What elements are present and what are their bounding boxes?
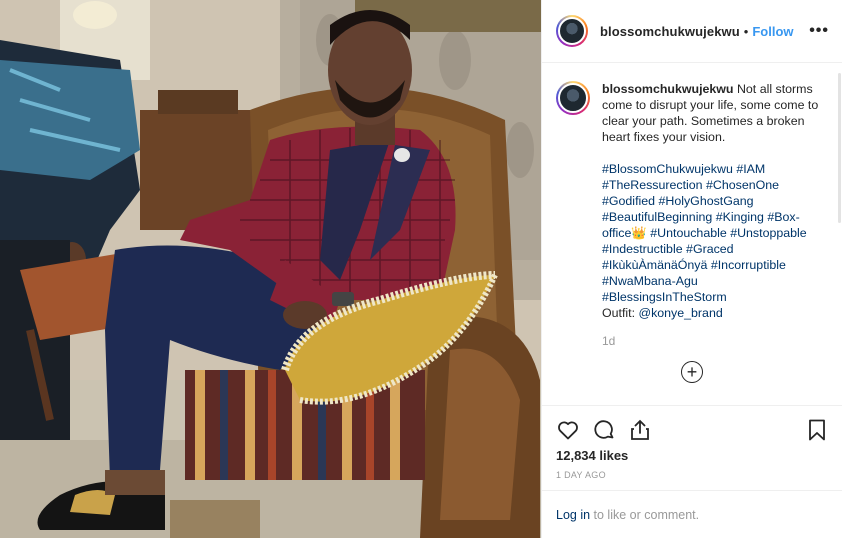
hashtag-link[interactable]: #Indestructible bbox=[602, 242, 683, 256]
comments-area: blossomchukwujekwu Not all storms come t… bbox=[542, 63, 842, 405]
hashtag-link[interactable]: #IkùkùÀmänäÓnyä bbox=[602, 258, 707, 272]
username-link[interactable]: blossomchukwujekwu bbox=[600, 24, 740, 39]
hashtag-link[interactable]: #Untouchable bbox=[650, 226, 726, 240]
outfit-mention-link[interactable]: @konye_brand bbox=[639, 306, 723, 320]
post-timestamp[interactable]: 1 DAY AGO bbox=[556, 470, 606, 480]
caption-body: blossomchukwujekwu Not all storms come t… bbox=[602, 81, 820, 349]
hashtag-link[interactable]: #NwaMbana-Agu bbox=[602, 274, 698, 288]
comments-scrollbar[interactable] bbox=[838, 73, 841, 223]
login-link[interactable]: Log in bbox=[556, 508, 590, 522]
action-bar: 12,834 likes 1 DAY AGO bbox=[542, 405, 842, 485]
avatar[interactable] bbox=[556, 15, 588, 47]
hashtag-link[interactable]: #Incorruptible bbox=[711, 258, 786, 272]
outfit-label: Outfit: bbox=[602, 306, 639, 320]
likes-count[interactable]: 12,834 likes bbox=[556, 448, 628, 463]
hashtag-link[interactable]: #IAM bbox=[736, 162, 765, 176]
hashtag-link[interactable]: #Kinging bbox=[716, 210, 764, 224]
caption-row: blossomchukwujekwu Not all storms come t… bbox=[556, 81, 836, 349]
hashtag-link[interactable]: #BeautifulBeginning bbox=[602, 210, 712, 224]
caption-username-link[interactable]: blossomchukwujekwu bbox=[602, 82, 734, 96]
hashtag-link[interactable]: #Godified bbox=[602, 194, 655, 208]
post-sidebar: blossomchukwujekwu • Follow ••• blossomc… bbox=[541, 0, 842, 538]
caption-avatar[interactable] bbox=[556, 81, 590, 115]
login-prompt-text: to like or comment. bbox=[590, 508, 700, 522]
hashtag-link[interactable]: #HolyGhostGang bbox=[659, 194, 754, 208]
separator-dot: • bbox=[743, 23, 749, 39]
hashtag-link[interactable]: #ChosenOne bbox=[706, 178, 779, 192]
post-header: blossomchukwujekwu • Follow ••• bbox=[542, 0, 842, 63]
login-prompt: Log in to like or comment. bbox=[542, 490, 842, 538]
follow-button[interactable]: Follow bbox=[752, 24, 793, 39]
post-photo[interactable] bbox=[0, 0, 541, 538]
caption-age: 1d bbox=[602, 334, 616, 348]
heart-icon[interactable] bbox=[556, 418, 580, 442]
comment-icon[interactable] bbox=[592, 418, 616, 442]
hashtag-link[interactable]: #Unstoppable bbox=[730, 226, 806, 240]
load-more-comments-button[interactable]: + bbox=[681, 361, 703, 383]
hashtag-link[interactable]: #BlessingsInTheStorm bbox=[602, 290, 727, 304]
outfit-line: Outfit: @konye_brand bbox=[602, 305, 820, 321]
hashtag-link[interactable]: #TheRessurection bbox=[602, 178, 703, 192]
more-options-icon[interactable]: ••• bbox=[809, 22, 829, 40]
share-icon[interactable] bbox=[628, 418, 652, 442]
bookmark-icon[interactable] bbox=[805, 418, 829, 442]
hashtag-list: #BlossomChukwujekwu #IAM #TheRessurectio… bbox=[602, 161, 820, 305]
post-image bbox=[0, 0, 541, 538]
hashtag-link[interactable]: #Graced bbox=[686, 242, 734, 256]
hashtag-link[interactable]: #BlossomChukwujekwu bbox=[602, 162, 733, 176]
